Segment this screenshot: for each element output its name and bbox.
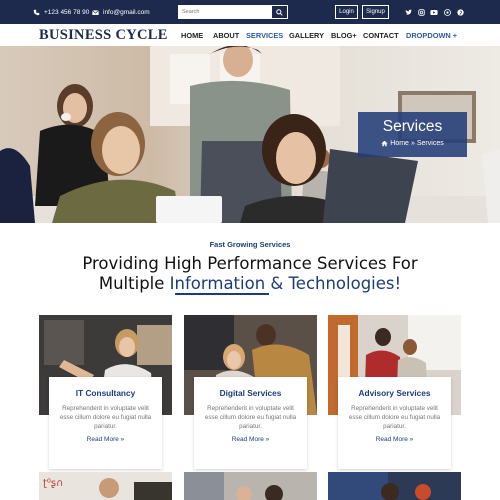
site-logo[interactable]: BUSINESS CYCLE (39, 27, 168, 44)
phone-icon (33, 9, 40, 15)
section-headline: Providing High Performance Services For … (0, 254, 500, 294)
search-form (178, 5, 288, 19)
search-button[interactable] (271, 5, 288, 19)
search-icon (276, 8, 283, 16)
service-image (328, 472, 461, 500)
search-input[interactable] (178, 5, 271, 19)
hero-banner: Services Home » Services (0, 46, 500, 223)
nav-services[interactable]: SERVICES (246, 31, 283, 40)
nav-blog[interactable]: BLOG+ (331, 31, 357, 40)
breadcrumb-separator: » (410, 140, 415, 147)
youtube-icon[interactable] (429, 7, 439, 17)
nav-gallery[interactable]: GALLERY (289, 31, 324, 40)
page-title: Services (382, 118, 443, 135)
mail-icon (92, 9, 99, 15)
nav-contact[interactable]: CONTACT (363, 31, 399, 40)
instagram-icon[interactable] (416, 7, 426, 17)
breadcrumb: Home » Services (358, 140, 467, 147)
service-card-body: Digital Services Reprehenderit in volupt… (194, 377, 307, 469)
nav-about[interactable]: ABOUT (213, 31, 239, 40)
read-more-link[interactable]: Read More » (49, 436, 162, 443)
nav-dropdown[interactable]: DROPDOWN + (406, 31, 457, 40)
service-image: ʈ⁰ʂ∩ (39, 472, 172, 500)
pinterest-icon[interactable] (455, 7, 465, 17)
headline-underline (175, 293, 269, 295)
service-card[interactable]: Advisory Services Reprehenderit in volup… (328, 315, 461, 469)
main-navbar: BUSINESS CYCLE HOME ABOUT SERVICES GALLE… (0, 24, 500, 46)
email-contact[interactable]: info@gmail.com (92, 0, 150, 24)
breadcrumb-home[interactable]: Home (390, 140, 409, 147)
read-more-link[interactable]: Read More » (194, 436, 307, 443)
social-links (403, 7, 465, 17)
twitter-icon[interactable] (403, 7, 413, 17)
email-text: info@gmail.com (103, 8, 150, 16)
nav-home[interactable]: HOME (181, 31, 203, 40)
read-more-link[interactable]: Read More » (338, 436, 451, 443)
phone-contact[interactable]: +123 456 78 90 (33, 0, 89, 24)
service-title: IT Consultancy (75, 388, 136, 398)
service-card-body: IT Consultancy Reprehenderit in voluptat… (49, 377, 162, 469)
service-description: Reprehenderit in voluptate velit esse ci… (204, 405, 297, 430)
service-image (184, 472, 317, 500)
service-card[interactable]: IT Consultancy Reprehenderit in voluptat… (39, 315, 172, 469)
behance-icon[interactable] (442, 7, 452, 17)
service-title: Digital Services (219, 388, 282, 398)
service-description: Reprehenderit in voluptate velit esse ci… (59, 405, 152, 430)
login-button[interactable]: Login (335, 5, 358, 19)
service-title: Advisory Services (358, 388, 431, 398)
section-tagline: Fast Growing Services (209, 240, 291, 249)
page-title-box: Services Home » Services (358, 112, 467, 157)
service-description: Reprehenderit in voluptate velit esse ci… (348, 405, 441, 430)
headline-plain: Multiple (98, 274, 170, 293)
headline-highlight: Information & Technologies! (169, 274, 402, 293)
headline-line-1: Providing High Performance Services For (82, 254, 418, 273)
phone-text: +123 456 78 90 (44, 8, 90, 16)
service-card-body: Advisory Services Reprehenderit in volup… (338, 377, 451, 469)
top-bar: +123 456 78 90 info@gmail.com Login Sign… (0, 0, 500, 24)
breadcrumb-current: Services (416, 140, 444, 147)
service-card[interactable]: Digital Services Reprehenderit in volupt… (184, 315, 317, 469)
signup-button[interactable]: Signup (362, 5, 389, 19)
svg-text:ʈ⁰ʂ∩: ʈ⁰ʂ∩ (43, 478, 63, 489)
home-icon (381, 140, 388, 147)
headline-line-2: Multiple Information & Technologies! (0, 274, 500, 294)
